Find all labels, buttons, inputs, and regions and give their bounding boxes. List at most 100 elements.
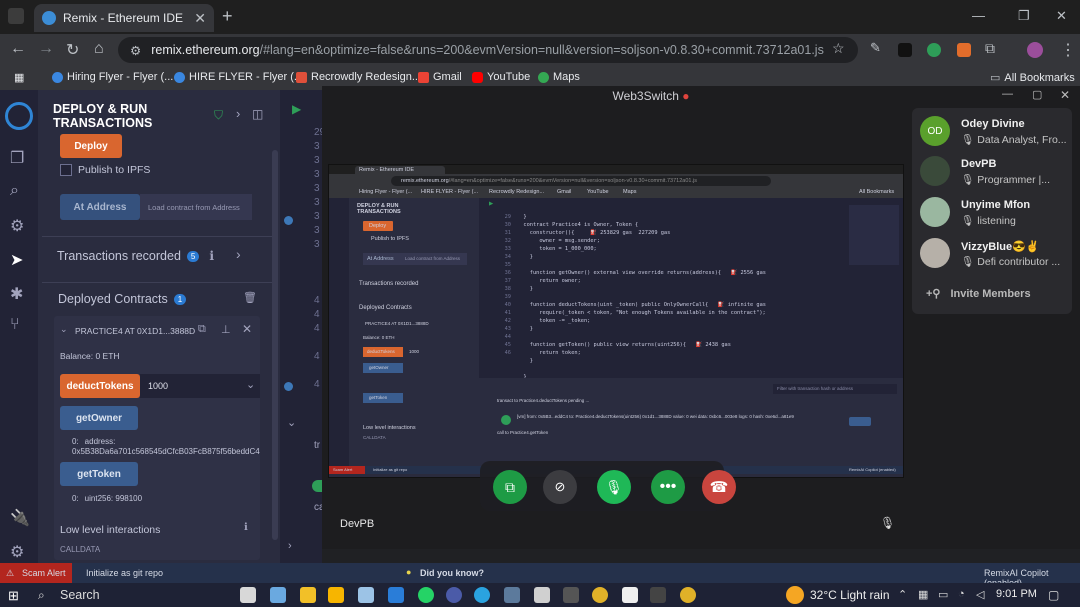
bookmark-hiring-flyer[interactable]: Hiring Flyer - Flyer (...: [52, 71, 173, 83]
solidity-compiler-icon[interactable]: ⚙: [10, 216, 24, 236]
vscode-icon[interactable]: [388, 587, 404, 603]
file-explorer-icon[interactable]: ❐: [10, 148, 24, 168]
windows-start-icon[interactable]: ⊞: [8, 588, 19, 604]
app-icon[interactable]: [622, 587, 638, 603]
trash-icon[interactable]: 🗑: [243, 291, 257, 304]
app-icon[interactable]: [446, 587, 462, 603]
close-window-icon[interactable]: ✕: [1056, 8, 1067, 24]
more-options-button[interactable]: •••: [651, 470, 685, 504]
terminal-icon[interactable]: [650, 587, 666, 603]
home-icon[interactable]: ⌂: [94, 40, 104, 58]
bookmark-recrowdly[interactable]: Recrowdly Redesign...: [296, 71, 421, 83]
close-call-icon[interactable]: ✕: [1060, 88, 1070, 102]
notifications-icon[interactable]: ▢: [1048, 588, 1059, 602]
extension-icon[interactable]: [898, 43, 912, 57]
all-bookmarks[interactable]: ▭ All Bookmarks: [990, 71, 1075, 85]
publish-ipfs-checkbox[interactable]: [60, 164, 72, 176]
toggle-mic-button[interactable]: 🎙: [597, 470, 631, 504]
at-address-button[interactable]: At Address: [60, 194, 140, 220]
participant-item[interactable]: DevPB 🎙 Programmer |...: [920, 156, 1070, 192]
bookmark-hire-flyer[interactable]: HIRE FLYER - Flyer (...: [174, 71, 303, 83]
tray-app-icon[interactable]: ▦: [918, 588, 928, 601]
whatsapp-icon[interactable]: [418, 587, 434, 603]
toggle-video-button[interactable]: ⊘: [543, 470, 577, 504]
minimize-window-icon[interactable]: —: [972, 8, 985, 23]
extension-green-icon[interactable]: [927, 43, 941, 57]
metamask-icon[interactable]: [957, 43, 971, 57]
extensions-puzzle-icon[interactable]: ⧉: [985, 40, 995, 57]
telegram-icon[interactable]: [474, 587, 490, 603]
tab-search-icon[interactable]: [8, 8, 24, 24]
app-icon[interactable]: [563, 587, 579, 603]
deduct-tokens-button[interactable]: deductTokens: [60, 374, 140, 398]
panel-scrollbar[interactable]: [272, 150, 278, 540]
volume-icon[interactable]: ◁: [976, 588, 984, 601]
profile-avatar[interactable]: [1027, 42, 1043, 58]
app-icon[interactable]: [270, 587, 286, 603]
deploy-button[interactable]: Deploy: [60, 134, 122, 158]
transactions-recorded-label[interactable]: Transactions recorded 5 ℹ: [57, 248, 214, 263]
apps-grid-icon[interactable]: ▦: [14, 71, 24, 84]
participant-item[interactable]: OD Odey Divine 🎙 Data Analyst, Fro...: [920, 116, 1070, 152]
chrome-icon[interactable]: [592, 587, 608, 603]
search-icon[interactable]: ⌕: [10, 182, 19, 200]
forward-icon[interactable]: →: [38, 40, 54, 58]
chevron-down-icon[interactable]: ⌄: [60, 324, 68, 335]
clock-time[interactable]: 9:01 PM: [996, 588, 1037, 600]
file-explorer-icon[interactable]: [300, 587, 316, 603]
participant-item[interactable]: Unyime Mfon 🎙 listening: [920, 197, 1070, 233]
toggle-panel-icon[interactable]: ◫: [252, 107, 263, 121]
pen-icon[interactable]: ✎: [870, 40, 881, 56]
scam-alert-link[interactable]: Scam Alert: [22, 568, 66, 578]
site-info-icon[interactable]: ⚙: [130, 43, 141, 58]
chevron-right-icon[interactable]: ›: [236, 246, 241, 262]
restore-window-icon[interactable]: ❐: [1018, 8, 1030, 24]
maximize-call-icon[interactable]: ▢: [1032, 88, 1042, 101]
collapse-terminal-icon[interactable]: ⌄: [287, 416, 296, 429]
invite-members-button[interactable]: +⚲ Invite Members: [926, 287, 1031, 300]
did-you-know[interactable]: Did you know?: [420, 568, 484, 578]
battery-icon[interactable]: ▭: [938, 588, 948, 601]
deploy-run-icon[interactable]: ➤: [10, 250, 23, 270]
share-screen-button[interactable]: ⧉: [493, 470, 527, 504]
load-contract-address-input[interactable]: Load contract from Address: [140, 194, 252, 220]
app-icon[interactable]: [504, 587, 520, 603]
app-icon[interactable]: [328, 587, 344, 603]
init-git-link[interactable]: Initialize as git repo: [86, 568, 163, 578]
chevron-down-icon[interactable]: ⌄: [246, 378, 255, 391]
participant-item[interactable]: VizzyBlue😎✌ 🎙 Defi contributor ...: [920, 238, 1070, 274]
end-call-button[interactable]: ☎: [702, 470, 736, 504]
pin-icon[interactable]: ⊥: [221, 323, 231, 336]
minimize-call-icon[interactable]: —: [1002, 88, 1013, 100]
bookmark-maps[interactable]: Maps: [538, 71, 580, 83]
close-tab-icon[interactable]: ✕: [194, 10, 206, 27]
app-icon[interactable]: [534, 587, 550, 603]
bookmark-star-icon[interactable]: ☆: [832, 40, 845, 57]
chevron-right-icon[interactable]: ›: [236, 106, 240, 121]
chrome-menu-icon[interactable]: ⋮: [1060, 40, 1076, 60]
copy-icon[interactable]: ⧉: [198, 323, 206, 336]
search-icon[interactable]: ⌕: [38, 588, 45, 603]
run-script-icon[interactable]: ▶: [292, 102, 301, 116]
app-icon[interactable]: [358, 587, 374, 603]
chrome-icon[interactable]: [680, 587, 696, 603]
reload-icon[interactable]: ↻: [66, 40, 79, 60]
get-owner-button[interactable]: getOwner: [60, 406, 138, 430]
weather-icon[interactable]: [786, 586, 804, 604]
back-icon[interactable]: ←: [10, 40, 26, 58]
task-view-icon[interactable]: [240, 587, 256, 603]
debugger-icon[interactable]: ✱: [10, 284, 23, 304]
new-tab-icon[interactable]: +: [222, 6, 233, 27]
tray-chevron-icon[interactable]: ⌃: [898, 588, 907, 601]
plugin-manager-icon[interactable]: 🔌: [10, 508, 30, 528]
taskbar-search[interactable]: Search: [60, 588, 100, 602]
browser-tab[interactable]: Remix - Ethereum IDE ✕: [34, 4, 214, 32]
bookmark-gmail[interactable]: Gmail: [418, 71, 462, 83]
wifi-icon[interactable]: ◔: [958, 588, 965, 600]
get-token-button[interactable]: getToken: [60, 462, 138, 486]
address-bar[interactable]: ⚙ remix.ethereum.org/#lang=en&optimize=f…: [118, 37, 858, 63]
contract-instance-name[interactable]: PRACTICE4 AT 0X1D1...3888D: [75, 326, 195, 336]
bookmark-youtube[interactable]: YouTube: [472, 71, 530, 83]
settings-gear-icon[interactable]: ⚙: [10, 542, 24, 562]
remix-logo-icon[interactable]: [5, 102, 33, 130]
